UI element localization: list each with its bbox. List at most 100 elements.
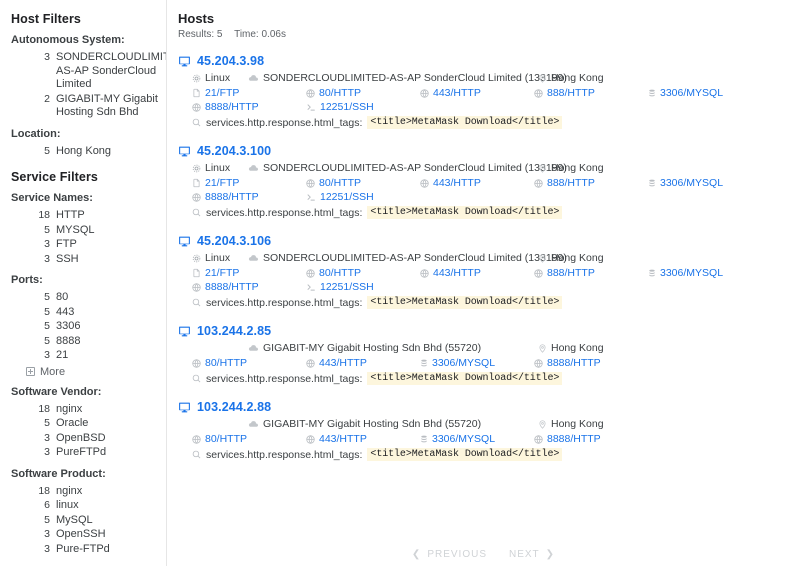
globe-icon (192, 102, 201, 112)
port-service-link[interactable]: 21/FTP (192, 177, 306, 189)
facet-row[interactable]: 3 21 (8, 349, 158, 363)
host-autonomous-system[interactable]: GIGABIT-MY Gigabit Hosting Sdn Bhd (5572… (248, 418, 538, 430)
port-service-link[interactable]: 443/HTTP (420, 87, 534, 99)
facet-row[interactable]: 3 OpenSSH (8, 528, 158, 542)
host-ip-link[interactable]: 45.204.3.100 (197, 144, 271, 158)
port-service-link[interactable]: 3306/MYSQL (648, 87, 762, 99)
port-service-link[interactable]: 888/HTTP (534, 267, 648, 279)
host-location[interactable]: Hong Kong (538, 418, 604, 430)
port-service-label: 21/FTP (205, 87, 240, 99)
facet-row[interactable]: 5 3306 (8, 320, 158, 334)
port-service-label: 443/HTTP (319, 357, 367, 369)
facet-count: 18 (38, 209, 50, 221)
facet-row[interactable]: 3 FTP (8, 238, 158, 252)
port-service-link[interactable]: 443/HTTP (306, 433, 420, 445)
port-service-link[interactable]: 8888/HTTP (534, 433, 648, 445)
facet-row[interactable]: 5 MYSQL (8, 224, 158, 238)
facet-row[interactable]: 3 Pure-FTPd (8, 543, 158, 557)
port-service-link[interactable]: 12251/SSH (306, 101, 420, 113)
port-service-link[interactable]: 12251/SSH (306, 191, 420, 203)
port-service-link[interactable]: 80/HTTP (306, 267, 420, 279)
facet-label: Pure-FTPd (56, 542, 110, 555)
facet-row[interactable]: 5 Oracle (8, 417, 158, 431)
facet-row[interactable]: 18 nginx (8, 485, 158, 499)
match-highlight-row: services.http.response.html_tags: <title>… (192, 206, 790, 219)
host-location[interactable]: Hong Kong (538, 252, 604, 264)
port-service-label: 443/HTTP (433, 177, 481, 189)
port-service-label: 8888/HTTP (205, 281, 259, 293)
port-service-label: 12251/SSH (320, 191, 374, 203)
facet-row[interactable]: 5 80 (8, 291, 158, 305)
host-ip-row[interactable]: 103.244.2.85 (178, 324, 790, 338)
host-ip-row[interactable]: 45.204.3.100 (178, 144, 790, 158)
facet-label: SSH (56, 252, 79, 265)
port-service-link[interactable]: 3306/MYSQL (648, 267, 762, 279)
port-service-link[interactable]: 3306/MYSQL (648, 177, 762, 189)
host-ip-row[interactable]: 45.204.3.98 (178, 54, 790, 68)
results-count: Results: 5 (178, 29, 223, 40)
facet-row[interactable]: 3 SONDERCLOUDLIMITED AS-AP SonderCloud Li… (8, 51, 166, 92)
facet-label: Hong Kong (56, 144, 112, 157)
match-highlight-row: services.http.response.html_tags: <title>… (192, 448, 790, 461)
host-ip-row[interactable]: 45.204.3.106 (178, 234, 790, 248)
port-service-link[interactable]: 443/HTTP (420, 177, 534, 189)
next-page-label: NEXT (509, 549, 540, 560)
facet-count: 5 (44, 305, 50, 318)
port-service-link[interactable]: 8888/HTTP (192, 101, 306, 113)
facet-row[interactable]: 3 PureFTPd (8, 446, 158, 460)
host-ip-row[interactable]: 103.244.2.88 (178, 400, 790, 414)
facet-count: 5 (44, 513, 50, 526)
host-autonomous-system[interactable]: SONDERCLOUDLIMITED-AS-AP SonderCloud Lim… (248, 252, 567, 264)
host-autonomous-system[interactable]: GIGABIT-MY Gigabit Hosting Sdn Bhd (5572… (248, 342, 538, 354)
port-service-link[interactable]: 8888/HTTP (192, 191, 306, 203)
facet-row[interactable]: 6 linux (8, 499, 158, 513)
facet-row[interactable]: 2 GIGABIT-MY Gigabit Hosting Sdn Bhd (8, 93, 158, 120)
host-ip-link[interactable]: 103.244.2.85 (197, 324, 271, 338)
port-service-link[interactable]: 21/FTP (192, 87, 306, 99)
host-ip-link[interactable]: 103.244.2.88 (197, 400, 271, 414)
pagination: ❮ PREVIOUS NEXT ❯ (167, 549, 800, 560)
port-service-link[interactable]: 3306/MYSQL (420, 433, 534, 445)
host-result: 103.244.2.85 GIGABIT-MY Gigabit Hosting S… (178, 324, 790, 385)
host-autonomous-system[interactable]: SONDERCLOUDLIMITED-AS-AP SonderCloud Lim… (248, 72, 567, 84)
port-service-link[interactable]: 888/HTTP (534, 87, 648, 99)
host-autonomous-system[interactable]: SONDERCLOUDLIMITED-AS-AP SonderCloud Lim… (248, 162, 567, 174)
port-service-link[interactable]: 80/HTTP (306, 177, 420, 189)
facet-row[interactable]: 3 OpenBSD (8, 432, 158, 446)
host-ports-row: 21/FTP 80/HTTP 443/HTTP 888/HTTP 3306/MYSQL (192, 267, 790, 279)
host-location[interactable]: Hong Kong (538, 342, 604, 354)
port-service-link[interactable]: 443/HTTP (420, 267, 534, 279)
facet-row[interactable]: 5 8888 (8, 335, 158, 349)
port-service-link[interactable]: 80/HTTP (192, 433, 306, 445)
facet-count: 18 (38, 402, 50, 415)
facet-row[interactable]: 18 nginx (8, 403, 158, 417)
port-service-link[interactable]: 80/HTTP (192, 357, 306, 369)
host-filter-group-label: Location: (11, 127, 61, 140)
previous-page-button[interactable]: ❮ PREVIOUS (412, 549, 487, 560)
port-service-link[interactable]: 80/HTTP (306, 87, 420, 99)
port-service-label: 3306/MYSQL (432, 357, 496, 369)
host-location[interactable]: Hong Kong (538, 72, 604, 84)
more-facets-button[interactable]: More (26, 366, 158, 378)
facet-row[interactable]: 5 443 (8, 306, 158, 320)
facet-row[interactable]: 5 MySQL (8, 514, 158, 528)
host-filter-groups: Autonomous System: 3 SONDERCLOUDLIMITED AS… (8, 34, 166, 159)
port-service-label: 80/HTTP (205, 357, 248, 369)
match-highlight-row: services.http.response.html_tags: <title>… (192, 116, 790, 129)
host-ip-link[interactable]: 45.204.3.106 (197, 234, 271, 248)
port-service-link[interactable]: 3306/MYSQL (420, 357, 534, 369)
port-service-link[interactable]: 443/HTTP (306, 357, 420, 369)
host-as-label: SONDERCLOUDLIMITED-AS-AP SonderCloud Lim… (263, 252, 567, 264)
facet-row[interactable]: 18 HTTP (8, 209, 158, 223)
host-location[interactable]: Hong Kong (538, 162, 604, 174)
port-service-link[interactable]: 8888/HTTP (192, 281, 306, 293)
host-ip-link[interactable]: 45.204.3.98 (197, 54, 264, 68)
database-icon (420, 434, 428, 444)
port-service-link[interactable]: 12251/SSH (306, 281, 420, 293)
facet-row[interactable]: 5 Hong Kong (8, 145, 158, 159)
next-page-button[interactable]: NEXT ❯ (509, 549, 555, 560)
port-service-link[interactable]: 21/FTP (192, 267, 306, 279)
port-service-link[interactable]: 888/HTTP (534, 177, 648, 189)
port-service-link[interactable]: 8888/HTTP (534, 357, 648, 369)
facet-row[interactable]: 3 SSH (8, 253, 158, 267)
